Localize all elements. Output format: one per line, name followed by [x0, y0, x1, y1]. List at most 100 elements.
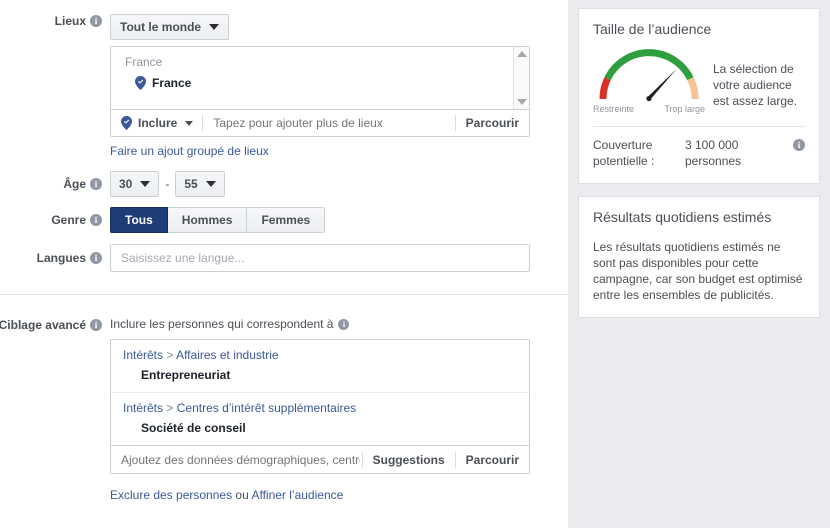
potential-reach-value: 3 100 000	[685, 138, 739, 152]
gender-row: Genre i Tous Hommes Femmes	[0, 207, 568, 233]
interest-group: Intérêts > Affaires et industrie Entrepr…	[111, 340, 529, 392]
suggestions-button[interactable]: Suggestions	[363, 453, 455, 467]
audience-size-gauge-icon	[599, 49, 699, 102]
include-people-heading-text: Inclure les personnes qui correspondent …	[110, 317, 334, 331]
interests-browse-button[interactable]: Parcourir	[456, 453, 529, 467]
gauge-label-narrow: Restreinte	[593, 104, 635, 114]
gender-field: Tous Hommes Femmes	[110, 207, 568, 233]
age-field: 30 - 55	[110, 171, 568, 197]
age-max-value: 55	[184, 177, 198, 191]
include-mode-label: Inclure	[138, 116, 178, 130]
gender-segmented-control: Tous Hommes Femmes	[110, 207, 326, 233]
location-input-row: Inclure Parcourir	[111, 109, 529, 136]
location-name: France	[152, 76, 192, 90]
locations-label: Lieux i	[0, 14, 110, 28]
gender-label-text: Genre	[51, 213, 86, 227]
map-pin-check-icon	[121, 116, 132, 130]
locations-label-text: Lieux	[54, 14, 86, 28]
exclude-people-link[interactable]: Exclure des personnes	[110, 488, 232, 502]
info-icon[interactable]: i	[90, 15, 102, 27]
info-icon[interactable]: i	[90, 178, 102, 190]
location-scope-value: Tout le monde	[120, 20, 202, 34]
include-mode-dropdown[interactable]: Inclure	[111, 116, 202, 130]
gender-option-women[interactable]: Femmes	[247, 207, 326, 233]
daily-results-body: Les résultats quotidiens estimés ne sont…	[593, 240, 803, 302]
interests-input-row: Suggestions Parcourir	[111, 445, 529, 473]
info-icon[interactable]: i	[90, 319, 102, 331]
gauge-scale-labels: Restreinte Trop large	[593, 104, 705, 114]
refine-audience-link[interactable]: Affiner l’audience	[251, 488, 343, 502]
gender-option-men[interactable]: Hommes	[167, 207, 248, 233]
languages-row: Langues i	[0, 244, 568, 272]
age-row: Âge i 30 - 55	[0, 171, 568, 197]
list-item[interactable]: France	[125, 76, 507, 90]
gauge-column: Restreinte Trop large	[593, 45, 705, 114]
divider	[593, 126, 805, 127]
audience-gauge-section: Restreinte Trop large La sélection de vo…	[593, 45, 805, 114]
audience-size-title: Taille de l’audience	[593, 21, 712, 37]
languages-field	[110, 244, 568, 272]
scroll-up-arrow-icon[interactable]	[516, 51, 527, 57]
location-search-input[interactable]	[203, 115, 455, 131]
gauge-label-broad: Trop large	[664, 104, 705, 114]
selected-locations-list: France France	[111, 47, 529, 109]
locations-scrollbar[interactable]	[513, 47, 529, 109]
advanced-targeting-label: Ciblage avancé i	[0, 317, 110, 333]
locations-list-hint: France	[125, 55, 163, 69]
interest-breadcrumb[interactable]: Intérêts > Affaires et industrie	[123, 348, 517, 362]
locations-browse-button[interactable]: Parcourir	[456, 116, 529, 130]
age-max-dropdown[interactable]: 55	[175, 171, 225, 197]
interests-box: Intérêts > Affaires et industrie Entrepr…	[110, 339, 530, 474]
potential-reach-row: Couverture potentielle : 3 100 000 perso…	[593, 137, 805, 169]
age-min-dropdown[interactable]: 30	[110, 171, 160, 197]
interest-group: Intérêts > Centres d’intérêt supplémenta…	[111, 392, 529, 445]
location-scope-dropdown[interactable]: Tout le monde	[110, 14, 230, 40]
info-icon[interactable]: i	[90, 252, 102, 264]
include-people-heading: Inclure les personnes qui correspondent …	[110, 317, 568, 331]
interest-value[interactable]: Entrepreneuriat	[123, 368, 517, 382]
chevron-down-icon	[205, 181, 216, 187]
info-icon[interactable]: i	[90, 214, 102, 226]
chevron-down-icon	[209, 24, 220, 30]
language-input[interactable]	[110, 244, 530, 272]
interest-category: Intérêts	[123, 348, 164, 362]
audience-actions: Exclure des personnes ou Affiner l’audie…	[110, 488, 568, 502]
age-label-text: Âge	[63, 177, 86, 191]
chevron-down-icon	[140, 181, 151, 187]
audience-targeting-screen: Lieux i Tout le monde France France Incl…	[0, 0, 830, 528]
interest-breadcrumb[interactable]: Intérêts > Centres d’intérêt supplémenta…	[123, 401, 517, 415]
gender-label: Genre i	[0, 207, 110, 233]
interest-value[interactable]: Société de conseil	[123, 421, 517, 435]
interests-search-input[interactable]	[111, 451, 362, 468]
breadcrumb-separator: >	[166, 348, 174, 362]
targeting-form: Lieux i Tout le monde France France Incl…	[0, 0, 568, 528]
languages-label-text: Langues	[36, 251, 86, 265]
potential-reach-label: Couverture potentielle :	[593, 138, 655, 168]
gender-option-all[interactable]: Tous	[110, 207, 168, 233]
advanced-targeting-row: Ciblage avancé i Inclure les personnes q…	[0, 317, 568, 502]
potential-reach-value-group: 3 100 000 personnes	[685, 137, 793, 169]
age-range-separator: -	[165, 177, 170, 191]
locations-field: Tout le monde France France Inclure Tape…	[110, 14, 568, 158]
interest-category: Intérêts	[123, 401, 164, 415]
advanced-targeting-field: Inclure les personnes qui correspondent …	[110, 317, 568, 502]
daily-results-title: Résultats quotidiens estimés	[593, 209, 772, 225]
section-divider	[0, 294, 568, 295]
map-pin-check-icon	[135, 76, 146, 90]
audience-size-card: Taille de l’audience Restreinte Trop lar…	[578, 8, 820, 184]
advanced-targeting-label-text: Ciblage avancé	[0, 318, 86, 332]
audience-size-message: La sélection de votre audience est assez…	[713, 62, 798, 108]
bulk-add-locations-link[interactable]: Faire un ajout groupé de lieux	[110, 144, 269, 158]
info-icon[interactable]: i	[338, 318, 350, 330]
daily-results-card: Résultats quotidiens estimés Les résulta…	[578, 196, 820, 318]
languages-label: Langues i	[0, 244, 110, 272]
chevron-down-icon	[185, 120, 194, 126]
interest-subcategory: Centres d’intérêt supplémentaires	[176, 401, 357, 415]
audience-sidebar: Taille de l’audience Restreinte Trop lar…	[568, 0, 830, 528]
breadcrumb-separator: >	[166, 401, 174, 415]
potential-reach-unit: personnes	[685, 154, 742, 168]
scroll-down-arrow-icon[interactable]	[516, 99, 527, 105]
age-label: Âge i	[0, 171, 110, 197]
or-text: ou	[235, 488, 249, 502]
info-icon[interactable]: i	[793, 139, 805, 151]
